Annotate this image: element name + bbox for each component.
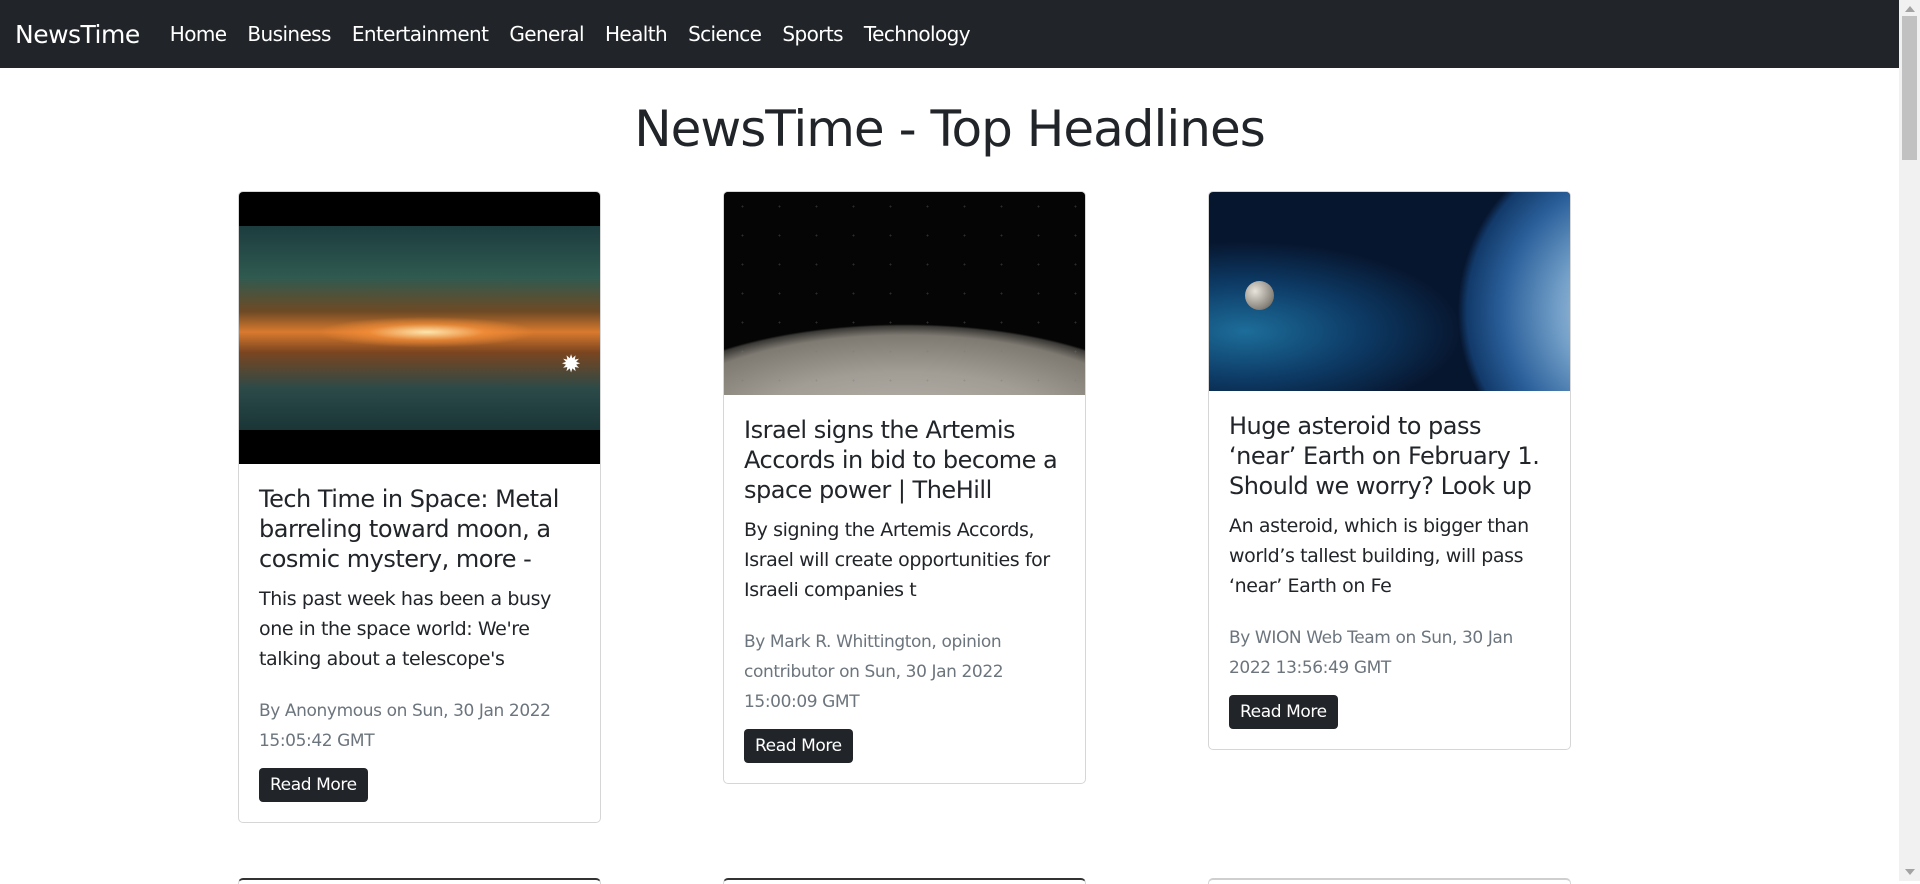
- news-card-partial: [723, 878, 1086, 884]
- article-title: Tech Time in Space: Metal barreling towa…: [259, 485, 559, 573]
- article-title: Huge asteroid to pass ‘near’ Earth on Fe…: [1229, 412, 1540, 500]
- card-body: Huge asteroid to pass ‘near’ Earth on Fe…: [1209, 391, 1570, 749]
- news-card: ✹ Tech Time in Space: Metal barreling to…: [238, 191, 601, 823]
- nav-link-technology[interactable]: Technology: [864, 22, 971, 46]
- news-card: Israel signs the Artemis Accords in bid …: [723, 191, 1086, 784]
- card-body: Tech Time in Space: Metal barreling towa…: [239, 464, 600, 822]
- scroll-up-arrow-icon[interactable]: [1905, 6, 1915, 12]
- asteroid-icon: [1245, 281, 1274, 310]
- page-title: NewsTime - Top Headlines: [634, 100, 1266, 158]
- news-card-partial: [238, 878, 601, 884]
- galaxy-band: [239, 226, 600, 430]
- earth-asteroid-image[interactable]: [1209, 192, 1570, 391]
- vertical-scrollbar[interactable]: [1899, 0, 1920, 881]
- scroll-down-arrow-icon[interactable]: [1905, 869, 1915, 875]
- article-description: This past week has been a busy one in th…: [259, 588, 551, 670]
- news-card-partial: [1208, 878, 1571, 884]
- brand-logo[interactable]: NewsTime: [15, 20, 140, 49]
- scrollbar-thumb[interactable]: [1902, 16, 1917, 160]
- nav-link-entertainment[interactable]: Entertainment: [352, 22, 489, 46]
- read-more-button[interactable]: Read More: [259, 768, 368, 802]
- nav-link-business[interactable]: Business: [247, 22, 331, 46]
- nav-link-general[interactable]: General: [509, 22, 584, 46]
- moon-surface-image[interactable]: [724, 192, 1085, 395]
- read-more-button[interactable]: Read More: [1229, 695, 1338, 729]
- star-icon: ✹: [561, 350, 582, 378]
- article-description: An asteroid, which is bigger than world’…: [1229, 515, 1529, 597]
- nav-link-science[interactable]: Science: [688, 22, 762, 46]
- card-body: Israel signs the Artemis Accords in bid …: [724, 395, 1085, 783]
- milky-way-image[interactable]: ✹: [239, 192, 600, 464]
- nav-link-health[interactable]: Health: [605, 22, 668, 46]
- nav-link-home[interactable]: Home: [170, 22, 227, 46]
- starfield: [724, 192, 1085, 395]
- read-more-button[interactable]: Read More: [744, 729, 853, 763]
- top-navbar: NewsTime Home Business Entertainment Gen…: [0, 0, 1899, 68]
- article-meta: By Mark R. Whittington, opinion contribu…: [744, 632, 1004, 712]
- article-meta: By WION Web Team on Sun, 30 Jan 2022 13:…: [1229, 628, 1513, 678]
- article-description: By signing the Artemis Accords, Israel w…: [744, 519, 1050, 601]
- nav-link-sports[interactable]: Sports: [782, 22, 843, 46]
- article-title: Israel signs the Artemis Accords in bid …: [744, 416, 1058, 504]
- news-card: Huge asteroid to pass ‘near’ Earth on Fe…: [1208, 191, 1571, 750]
- article-meta: By Anonymous on Sun, 30 Jan 2022 15:05:4…: [259, 701, 551, 751]
